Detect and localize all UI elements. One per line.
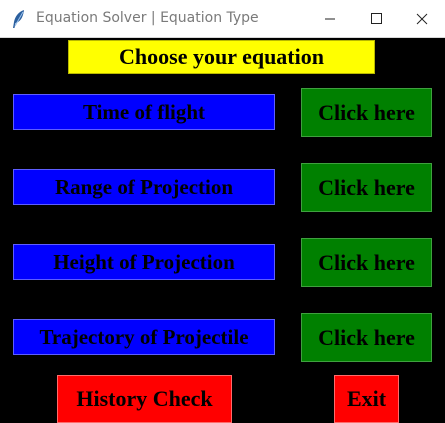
feather-icon [13, 10, 24, 28]
close-button[interactable] [399, 0, 445, 38]
minimize-icon [325, 18, 335, 20]
title-bar[interactable]: Equation Solver | Equation Type [0, 0, 445, 38]
equation-label-range-of-projection: Range of Projection [13, 169, 275, 205]
maximize-button[interactable] [353, 0, 399, 38]
minimize-button[interactable] [307, 0, 353, 38]
time-of-flight-button[interactable]: Click here [301, 88, 432, 137]
window-title: Equation Solver | Equation Type [36, 10, 259, 26]
history-check-button[interactable]: History Check [57, 375, 232, 423]
equation-label-height-of-projection: Height of Projection [13, 244, 275, 280]
close-icon [416, 13, 428, 25]
exit-button[interactable]: Exit [334, 375, 399, 423]
page-title: Choose your equation [68, 40, 375, 74]
height-of-projection-button[interactable]: Click here [301, 238, 432, 287]
equation-label-time-of-flight: Time of flight [13, 94, 275, 130]
equation-label-trajectory-of-projectile: Trajectory of Projectile [13, 319, 275, 355]
range-of-projection-button[interactable]: Click here [301, 163, 432, 212]
maximize-icon [371, 13, 382, 24]
trajectory-of-projectile-button[interactable]: Click here [301, 313, 432, 362]
